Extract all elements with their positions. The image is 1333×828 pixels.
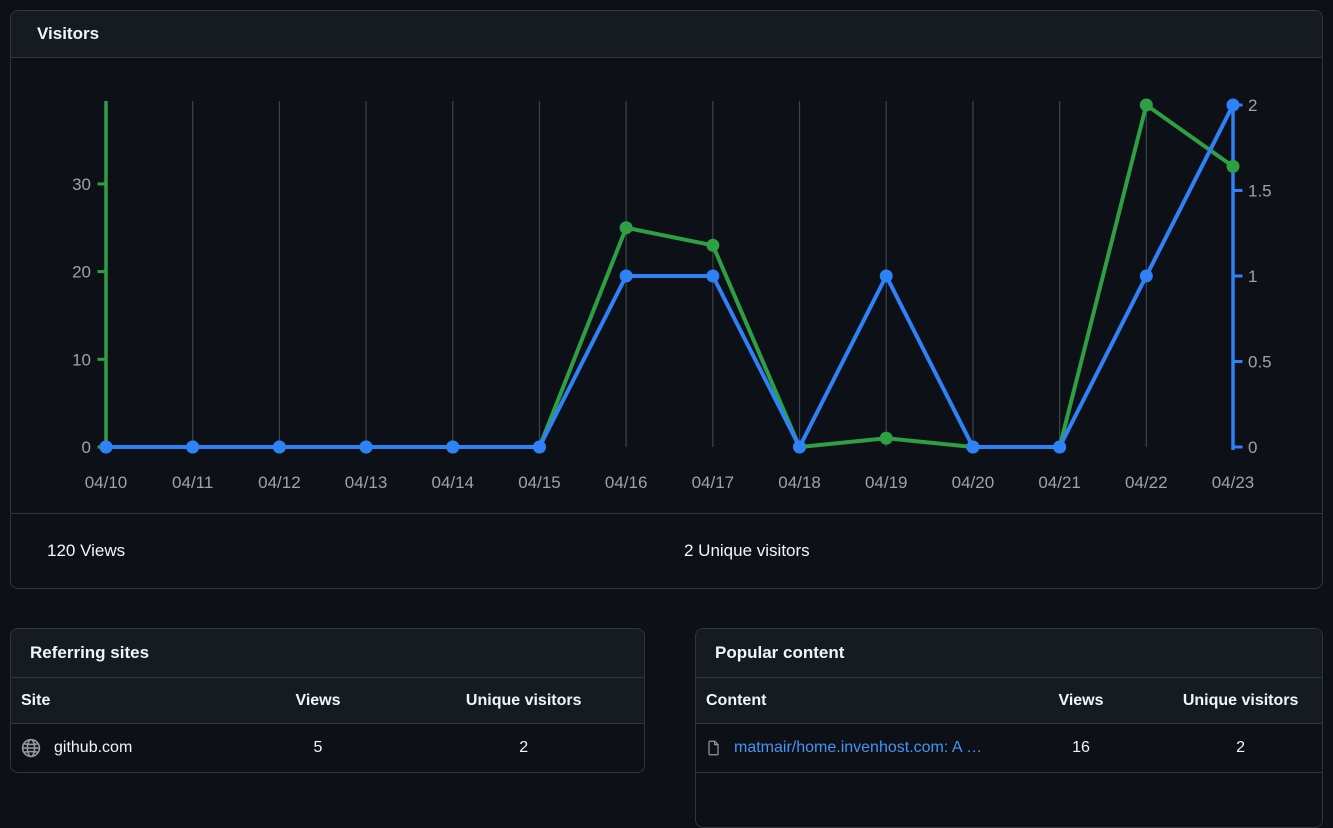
globe-icon [21,738,41,758]
visitors-chart-area: 0 10 20 30 0 0.5 1 1.5 2 04/10 04/11 04/12 04/13 04/1… [11,58,1322,513]
popular-content-header: Popular content [696,629,1322,678]
x-axis-date-label: 04/22 [1125,473,1168,492]
chart-point-unique-visitors[interactable] [100,441,113,454]
referring-sites-card: Referring sites Site Views Unique visito… [10,628,645,773]
chart-point-views[interactable] [706,239,719,252]
chart-point-views[interactable] [620,221,633,234]
chart-point-unique-visitors[interactable] [620,270,633,283]
chart-point-unique-visitors[interactable] [1053,441,1066,454]
total-views-label: 120 Views [47,514,125,588]
popular-content-table-header: Content Views Unique visitors [696,678,1322,724]
popular-content-card: Popular content Content Views Unique vis… [695,628,1323,828]
popular-content-title: Popular content [715,643,844,663]
column-header-content: Content [696,692,1003,710]
left-axis-tick-label: 10 [72,350,91,369]
visitors-chart: 0 10 20 30 0 0.5 1 1.5 2 04/10 04/11 04/12 04/13 04/1… [11,58,1322,513]
file-icon [706,739,721,757]
x-axis-date-label: 04/18 [778,473,821,492]
x-axis-date-label: 04/12 [258,473,301,492]
table-row: matmair/home.invenhost.com: A … 16 2 [696,724,1322,772]
content-link[interactable]: matmair/home.invenhost.com: A … [734,739,982,757]
column-header-site: Site [11,692,233,710]
chart-point-unique-visitors[interactable] [533,441,546,454]
visitors-summary-bar: 120 Views 2 Unique visitors [11,513,1322,589]
left-axis-tick-label: 20 [72,263,91,282]
chart-point-unique-visitors[interactable] [1227,99,1240,112]
chart-point-unique-visitors[interactable] [880,270,893,283]
popular-content-table: Content Views Unique visitors matmair/ho… [696,678,1322,812]
referring-site-name: github.com [54,739,132,757]
chart-point-views[interactable] [880,432,893,445]
column-header-views: Views [233,692,404,710]
chart-point-unique-visitors[interactable] [966,441,979,454]
left-axis-tick-label: 30 [72,175,91,194]
x-axis-date-label: 04/13 [345,473,388,492]
x-axis-date-label: 04/21 [1038,473,1081,492]
x-axis-date-label: 04/19 [865,473,908,492]
visitors-card: Visitors 0 10 20 30 0 0.5 1 1.5 2 04/10 04/11 04/12… [10,10,1323,589]
x-axis-date-label: 04/15 [518,473,561,492]
x-axis-date-label: 04/10 [85,473,128,492]
right-axis-tick-label: 2 [1248,96,1257,115]
right-axis-tick-label: 0 [1248,438,1257,457]
visitors-title: Visitors [37,24,99,44]
x-axis-date-label: 04/11 [172,473,213,492]
referring-sites-header: Referring sites [11,629,644,678]
chart-point-unique-visitors[interactable] [793,441,806,454]
chart-point-unique-visitors[interactable] [446,441,459,454]
chart-point-unique-visitors[interactable] [360,441,373,454]
table-row-partial [696,772,1322,812]
referring-sites-table-header: Site Views Unique visitors [11,678,644,724]
content-unique: 2 [1159,739,1322,757]
chart-point-unique-visitors[interactable] [706,270,719,283]
column-header-views: Views [1003,692,1160,710]
content-views: 16 [1003,739,1160,757]
referring-sites-title: Referring sites [30,643,149,663]
right-axis-tick-label: 1.5 [1248,182,1272,201]
left-axis-tick-label: 0 [82,438,91,457]
column-header-unique-visitors: Unique visitors [403,692,644,710]
total-unique-visitors-label: 2 Unique visitors [684,514,810,588]
referring-sites-table: Site Views Unique visitors github.com 5 [11,678,644,772]
chart-point-unique-visitors[interactable] [186,441,199,454]
right-axis-tick-label: 1 [1248,267,1257,286]
right-axis-tick-label: 0.5 [1248,353,1272,372]
x-axis-date-label: 04/23 [1212,473,1255,492]
chart-point-unique-visitors[interactable] [273,441,286,454]
column-header-unique-visitors: Unique visitors [1159,692,1322,710]
x-axis-date-label: 04/16 [605,473,648,492]
chart-point-views[interactable] [1140,99,1153,112]
referring-site-views: 5 [233,739,404,757]
visitors-card-header: Visitors [11,11,1322,58]
table-row: github.com 5 2 [11,724,644,772]
x-axis-date-label: 04/14 [431,473,474,492]
x-axis-date-label: 04/17 [692,473,735,492]
referring-site-unique: 2 [403,739,644,757]
series-line-unique-visitors [106,105,1233,447]
chart-point-views[interactable] [1227,160,1240,173]
x-axis-date-label: 04/20 [952,473,995,492]
chart-point-unique-visitors[interactable] [1140,270,1153,283]
